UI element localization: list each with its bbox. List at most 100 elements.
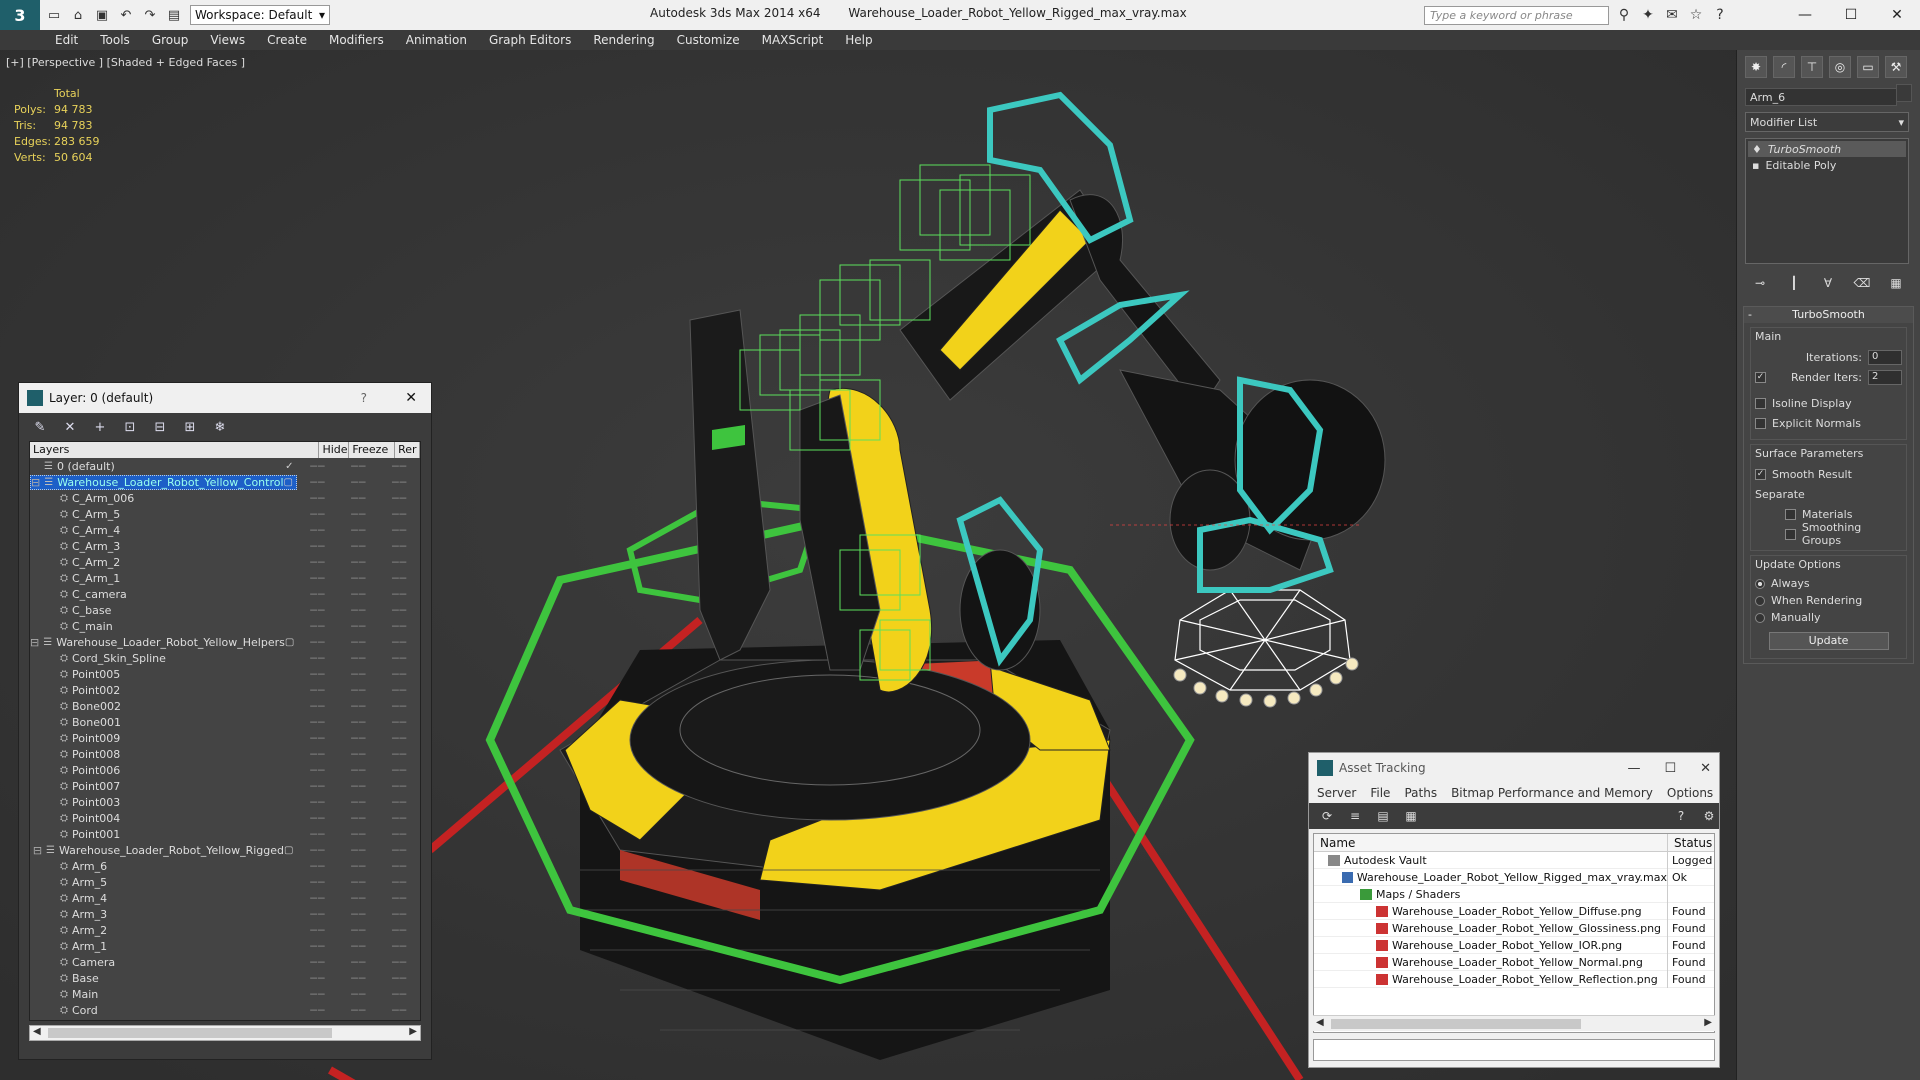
- render-toggle[interactable]: ──: [379, 492, 420, 505]
- layer-name-cell[interactable]: ⛭ Point007: [30, 780, 297, 793]
- layer-name-cell[interactable]: ⛭ Point003: [30, 796, 297, 809]
- column-status[interactable]: Status: [1668, 834, 1714, 851]
- freeze-toggle[interactable]: ──: [338, 1004, 379, 1017]
- menu-edit[interactable]: Edit: [55, 33, 78, 47]
- pin-stack-icon[interactable]: ⊸: [1751, 274, 1769, 292]
- hide-toggle[interactable]: ──: [297, 924, 338, 937]
- isoline-checkbox[interactable]: [1755, 397, 1766, 409]
- freeze-all-icon[interactable]: ❄: [211, 418, 229, 436]
- layer-name-cell[interactable]: ☰ 0 (default) ✓: [30, 460, 297, 473]
- hierarchy-tab-icon[interactable]: ⊤: [1801, 56, 1823, 78]
- layer-name-cell[interactable]: ⛭ Main: [30, 988, 297, 1001]
- hide-toggle[interactable]: ──: [297, 892, 338, 905]
- current-layer-toggle[interactable]: ✓: [285, 461, 293, 472]
- menu-animation[interactable]: Animation: [406, 33, 467, 47]
- binoculars-icon[interactable]: ⚲: [1615, 6, 1633, 24]
- render-toggle[interactable]: ──: [379, 636, 420, 649]
- asset-menu-paths[interactable]: Paths: [1404, 786, 1437, 800]
- hide-toggle[interactable]: ──: [297, 508, 338, 521]
- viewport-label[interactable]: [+] [Perspective ] [Shaded + Edged Faces…: [6, 56, 245, 69]
- layer-name-cell[interactable]: ⛭ C_Arm_5: [30, 508, 297, 521]
- menu-tools[interactable]: Tools: [100, 33, 130, 47]
- scroll-left-icon[interactable]: ◀: [1316, 1017, 1324, 1028]
- explicit-normals-checkbox[interactable]: [1755, 417, 1766, 429]
- layer-name-cell[interactable]: ⛭ C_camera: [30, 588, 297, 601]
- layer-name-cell[interactable]: ⛭ Point004: [30, 812, 297, 825]
- render-toggle[interactable]: ──: [379, 940, 420, 953]
- render-toggle[interactable]: ──: [379, 924, 420, 937]
- save-file-icon[interactable]: ▣: [92, 5, 112, 25]
- render-toggle[interactable]: ──: [379, 572, 420, 585]
- freeze-toggle[interactable]: ──: [338, 860, 379, 873]
- freeze-toggle[interactable]: ──: [338, 988, 379, 1001]
- hide-toggle[interactable]: ──: [297, 828, 338, 841]
- layer-name-cell[interactable]: ⛭ C_main: [30, 620, 297, 633]
- layer-row[interactable]: ⊟ ☰ Warehouse_Loader_Robot_Yellow_Rigged ▢ ─…: [30, 842, 420, 858]
- hide-toggle[interactable]: ──: [297, 572, 338, 585]
- freeze-toggle[interactable]: ──: [338, 588, 379, 601]
- minimize-button[interactable]: —: [1782, 4, 1828, 26]
- layer-name-cell[interactable]: ⊟ ☰ Warehouse_Loader_Robot_Yellow_Control ▢: [30, 474, 298, 490]
- render-iters-spinner[interactable]: 2: [1868, 369, 1902, 385]
- asset-row[interactable]: Warehouse_Loader_Robot_Yellow_Glossiness…: [1314, 919, 1714, 937]
- layer-name-cell[interactable]: ⛭ Cord_Skin_Spline: [30, 652, 297, 665]
- freeze-toggle[interactable]: ──: [338, 524, 379, 537]
- layer-row[interactable]: ⛭ Point009 ── ── ──: [30, 730, 420, 746]
- layer-row[interactable]: ⛭ C_Arm_006 ── ── ──: [30, 490, 420, 506]
- hide-toggle[interactable]: ──: [297, 876, 338, 889]
- freeze-toggle[interactable]: ──: [338, 748, 379, 761]
- current-layer-toggle[interactable]: ▢: [284, 477, 293, 488]
- menu-create[interactable]: Create: [267, 33, 307, 47]
- freeze-toggle[interactable]: ──: [338, 684, 379, 697]
- stack-item-turbosmooth[interactable]: ♦ TurboSmooth: [1748, 141, 1906, 157]
- layer-row[interactable]: ⛭ C_base ── ── ──: [30, 602, 420, 618]
- column-hide[interactable]: Hide: [319, 442, 350, 458]
- search-input[interactable]: Type a keyword or phrase: [1424, 6, 1609, 25]
- freeze-toggle[interactable]: ──: [338, 940, 379, 953]
- hide-toggle[interactable]: ──: [297, 844, 338, 857]
- create-tab-icon[interactable]: ✸: [1745, 56, 1767, 78]
- close-button[interactable]: ✕: [1874, 4, 1920, 26]
- select-in-layer-icon[interactable]: ⊡: [121, 418, 139, 436]
- hide-toggle[interactable]: ──: [297, 604, 338, 617]
- hide-toggle[interactable]: ──: [297, 460, 338, 473]
- layer-name-cell[interactable]: ⛭ Point008: [30, 748, 297, 761]
- freeze-toggle[interactable]: ──: [338, 844, 379, 857]
- asset-row[interactable]: Warehouse_Loader_Robot_Yellow_Reflection…: [1314, 970, 1714, 988]
- freeze-toggle[interactable]: ──: [338, 924, 379, 937]
- freeze-toggle[interactable]: ──: [338, 796, 379, 809]
- hide-toggle[interactable]: ──: [297, 716, 338, 729]
- column-freeze[interactable]: Freeze: [349, 442, 396, 458]
- render-toggle[interactable]: ──: [379, 860, 420, 873]
- column-render[interactable]: Rer: [395, 442, 420, 458]
- layer-name-cell[interactable]: ⛭ Arm_2: [30, 924, 297, 937]
- render-toggle[interactable]: ──: [379, 732, 420, 745]
- communication-icon[interactable]: ✉: [1663, 6, 1681, 24]
- freeze-toggle[interactable]: ──: [338, 876, 379, 889]
- collapse-icon[interactable]: ⊟: [30, 636, 39, 649]
- hide-toggle[interactable]: ──: [297, 972, 338, 985]
- render-iters-checkbox[interactable]: ✓: [1755, 371, 1766, 383]
- layer-name-cell[interactable]: ⛭ Base: [30, 972, 297, 985]
- hide-toggle[interactable]: ──: [297, 652, 338, 665]
- asset-row[interactable]: Warehouse_Loader_Robot_Yellow_IOR.png Fou…: [1314, 936, 1714, 954]
- maximize-button[interactable]: ☐: [1828, 4, 1874, 26]
- hide-toggle[interactable]: ──: [297, 620, 338, 633]
- redo-icon[interactable]: ↷: [140, 5, 160, 25]
- hide-toggle[interactable]: ──: [297, 524, 338, 537]
- hide-toggle[interactable]: ──: [297, 1004, 338, 1017]
- smooth-result-checkbox[interactable]: ✓: [1755, 468, 1766, 480]
- layer-name-cell[interactable]: ⛭ Point009: [30, 732, 297, 745]
- layer-name-cell[interactable]: ⛭ C_Arm_4: [30, 524, 297, 537]
- rollout-header[interactable]: - TurboSmooth: [1744, 307, 1913, 323]
- layer-row[interactable]: ⛭ Base ── ── ──: [30, 970, 420, 986]
- render-toggle[interactable]: ──: [379, 812, 420, 825]
- always-radio[interactable]: [1755, 578, 1765, 589]
- layer-row[interactable]: ⛭ Main ── ── ──: [30, 986, 420, 1002]
- render-toggle[interactable]: ──: [379, 460, 420, 473]
- layer-name-cell[interactable]: ⛭ C_Arm_2: [30, 556, 297, 569]
- scroll-thumb[interactable]: [1331, 1019, 1581, 1029]
- maximize-button[interactable]: ☐: [1664, 761, 1676, 776]
- render-toggle[interactable]: ──: [379, 716, 420, 729]
- asset-row[interactable]: Warehouse_Loader_Robot_Yellow_Normal.png…: [1314, 953, 1714, 971]
